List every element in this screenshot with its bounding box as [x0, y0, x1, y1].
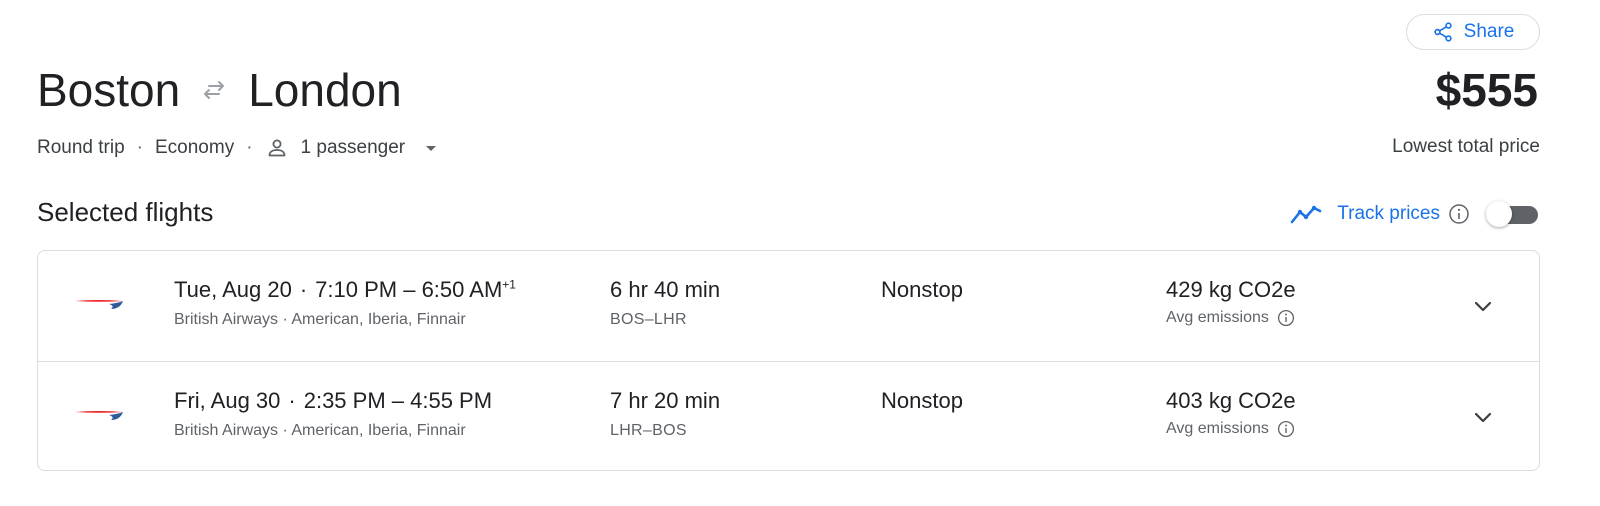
toggle-knob [1486, 201, 1512, 227]
caret-down-icon [421, 138, 441, 158]
emissions-label: Avg emissions [1166, 420, 1295, 438]
flight-emissions: 403 kg CO2e [1166, 388, 1296, 413]
selected-flights-card: Tue, Aug 20 · 7:10 PM – 6:50 AM+1 British … [37, 250, 1540, 471]
passenger-count: 1 passenger [300, 137, 406, 158]
flight-times: Fri, Aug 30 · 2:35 PM – 4:55 PM [174, 388, 492, 414]
flight-date: Tue, Aug 20 [174, 277, 292, 302]
origin-city: Boston [37, 64, 181, 116]
flight-stops: Nonstop [881, 277, 963, 302]
share-button[interactable]: Share [1406, 14, 1540, 50]
day-offset: +1 [502, 277, 516, 292]
route-title: Boston London [37, 62, 402, 118]
separator-dot: · [136, 137, 143, 158]
info-icon[interactable] [1448, 203, 1470, 225]
flight-duration: 6 hr 40 min [610, 277, 721, 302]
expand-details-button[interactable] [1468, 291, 1498, 321]
flight-airlines: British Airways · American, Iberia, Finn… [174, 422, 466, 439]
flight-time-range: 2:35 PM – 4:55 PM [303, 388, 493, 413]
flight-route: LHR–BOS [610, 422, 687, 439]
british-airways-logo [75, 300, 123, 309]
swap-arrows-icon [198, 74, 230, 106]
flight-airlines: British Airways · American, Iberia, Finn… [174, 311, 466, 328]
info-icon[interactable] [1277, 420, 1295, 438]
total-price: $555 [1435, 64, 1538, 116]
flight-time-range: 7:10 PM – 6:50 AM [315, 277, 503, 302]
price-label: Lowest total price [1392, 136, 1540, 157]
selected-flights-heading: Selected flights [37, 197, 214, 227]
emissions-label: Avg emissions [1166, 309, 1295, 327]
track-prices: Track prices [1289, 196, 1540, 232]
info-icon[interactable] [1277, 309, 1295, 327]
flight-row-outbound[interactable]: Tue, Aug 20 · 7:10 PM – 6:50 AM+1 British … [38, 251, 1539, 361]
trip-type: Round trip [37, 137, 125, 158]
share-icon [1433, 22, 1452, 42]
chevron-down-icon [1474, 301, 1492, 312]
emissions-label-text: Avg emissions [1166, 420, 1269, 437]
separator-dot: · [246, 137, 253, 158]
separator-dot: · [299, 277, 308, 302]
flight-route: BOS–LHR [610, 311, 687, 328]
chevron-down-icon [1474, 412, 1492, 423]
flight-emissions: 429 kg CO2e [1166, 277, 1296, 302]
flight-stops: Nonstop [881, 388, 963, 413]
share-label: Share [1463, 21, 1515, 42]
trend-line-icon [1290, 205, 1322, 224]
flight-date: Fri, Aug 30 [174, 388, 281, 413]
passenger-selector[interactable]: 1 passenger [265, 136, 442, 160]
british-airways-logo [75, 411, 123, 420]
flight-times: Tue, Aug 20 · 7:10 PM – 6:50 AM+1 [174, 277, 516, 303]
flight-row-return[interactable]: Fri, Aug 30 · 2:35 PM – 4:55 PM British Ai… [38, 361, 1539, 470]
separator-dot: · [288, 388, 296, 413]
track-prices-toggle[interactable] [1486, 200, 1540, 228]
trip-options: Round trip · Economy · 1 passenger [37, 134, 441, 162]
person-icon [265, 136, 289, 160]
track-prices-label[interactable]: Track prices [1337, 203, 1440, 225]
flight-duration: 7 hr 20 min [610, 388, 721, 413]
expand-details-button[interactable] [1468, 402, 1498, 432]
destination-city: London [248, 64, 402, 116]
cabin-class: Economy [155, 137, 235, 158]
emissions-label-text: Avg emissions [1166, 309, 1269, 326]
